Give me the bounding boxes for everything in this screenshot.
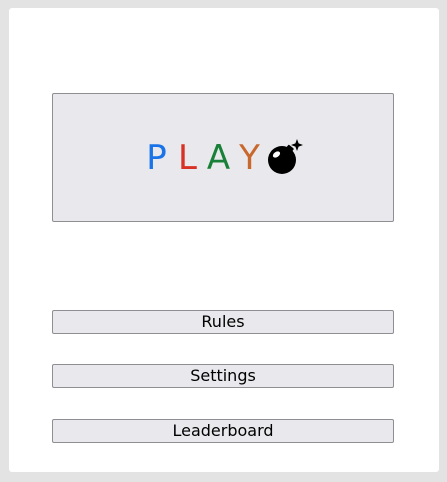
play-letter-p: P bbox=[146, 137, 167, 178]
leaderboard-button[interactable]: Leaderboard bbox=[52, 419, 394, 443]
settings-button[interactable]: Settings bbox=[52, 364, 394, 388]
play-label: P L A Y bbox=[141, 141, 265, 175]
rules-button[interactable]: Rules bbox=[52, 310, 394, 334]
play-button[interactable]: P L A Y bbox=[52, 93, 394, 222]
main-window: P L A Y Rules Settings Leaderboard bbox=[9, 8, 439, 472]
play-letter-y: Y bbox=[239, 137, 260, 178]
play-letter-l: L bbox=[178, 137, 197, 178]
bomb-icon bbox=[265, 137, 305, 177]
play-letter-a: A bbox=[206, 137, 231, 178]
